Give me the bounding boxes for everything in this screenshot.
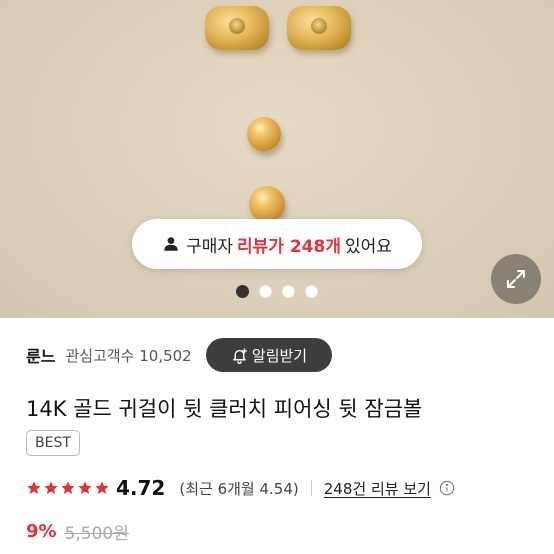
review-pill-prefix: 구매자 [186, 236, 234, 257]
star-icon [78, 481, 92, 494]
earring-back-right [287, 6, 351, 50]
rating-row: 4.72 (최근 6개월 4.54) 248건 리뷰 보기 [26, 474, 455, 502]
price-row: 9% 5,500원 [26, 519, 129, 544]
expand-icon [507, 270, 525, 288]
review-pill-suffix: 있어요 [344, 236, 392, 257]
carousel-dot[interactable] [259, 285, 272, 298]
bell-plus-icon [233, 347, 247, 364]
star-icon [27, 481, 41, 494]
follow-button-label: 알림받기 [251, 346, 308, 365]
earring-ball-bottom [249, 186, 285, 222]
carousel-dot[interactable] [236, 285, 249, 298]
carousel-dot[interactable] [305, 285, 318, 298]
star-icon [61, 481, 75, 494]
seller-name[interactable]: 룬느 [26, 343, 55, 367]
carousel-dot[interactable] [282, 285, 295, 298]
rating-value: 4.72 [116, 476, 166, 500]
review-count-pill[interactable]: 구매자 리뷰가 248개 있어요 [132, 219, 422, 269]
carousel-indicator [236, 285, 318, 298]
product-image[interactable]: 구매자 리뷰가 248개 있어요 [0, 0, 554, 318]
earring-ball-top [247, 117, 281, 151]
person-icon [164, 237, 178, 251]
info-icon[interactable] [439, 480, 455, 496]
divider [310, 480, 312, 496]
review-link[interactable]: 248건 리뷰 보기 [324, 478, 431, 499]
star-icon [44, 481, 58, 494]
earring-back-left [205, 6, 269, 50]
original-price: 5,500원 [64, 524, 129, 544]
product-title: 14K 골드 귀걸이 뒷 클러치 피어싱 뒷 잠금볼 [26, 397, 423, 421]
expand-button[interactable] [491, 254, 541, 304]
review-pill-highlight: 리뷰가 248개 [237, 236, 341, 257]
discount-rate: 9% [26, 521, 57, 542]
best-badge: BEST [26, 430, 80, 456]
star-icon [95, 481, 109, 494]
follow-button[interactable]: 알림받기 [206, 338, 332, 372]
rating-stars [26, 480, 110, 496]
seller-followers: 관심고객수 10,502 [65, 346, 192, 365]
recent-rating: (최근 6개월 4.54) [179, 479, 299, 498]
seller-row: 룬느 관심고객수 10,502 알림받기 [26, 338, 536, 372]
